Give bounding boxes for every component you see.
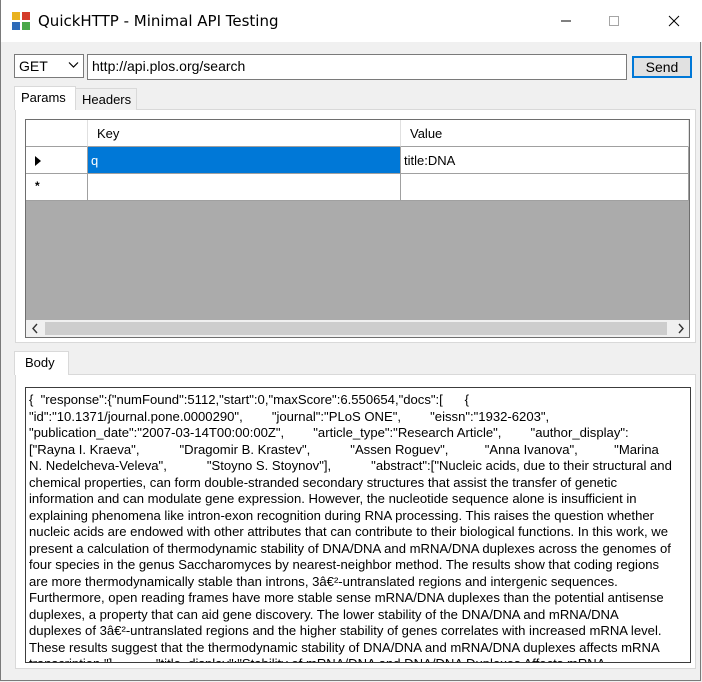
app-icon: [12, 12, 30, 30]
row-header-1[interactable]: [26, 147, 88, 174]
new-param-key-cell[interactable]: [88, 174, 401, 201]
tab-headers[interactable]: Headers: [75, 88, 137, 110]
close-button[interactable]: [651, 0, 697, 42]
minimize-button[interactable]: [543, 0, 589, 42]
param-value-cell[interactable]: title:DNA: [401, 147, 689, 174]
maximize-icon: [609, 16, 619, 26]
window-title: QuickHTTP - Minimal API Testing: [38, 12, 279, 30]
row-pointer-icon: [35, 156, 41, 166]
url-input[interactable]: http://api.plos.org/search: [87, 54, 627, 80]
send-button[interactable]: Send: [632, 56, 692, 78]
method-select-value: GET: [19, 58, 48, 74]
scroll-right-icon[interactable]: [672, 320, 689, 337]
grid-corner-header: [26, 120, 88, 147]
column-header-value[interactable]: Value: [401, 120, 689, 147]
scroll-left-icon[interactable]: [27, 320, 44, 337]
param-key-cell[interactable]: q: [88, 147, 401, 174]
row-header-new[interactable]: *: [26, 174, 88, 201]
column-header-key[interactable]: Key: [88, 120, 401, 147]
maximize-button[interactable]: [591, 0, 637, 42]
title-bar[interactable]: QuickHTTP - Minimal API Testing: [1, 0, 702, 42]
horizontal-scrollbar[interactable]: [26, 320, 689, 337]
main-window: QuickHTTP - Minimal API Testing GET http…: [0, 0, 702, 681]
params-grid[interactable]: Key Value q title:DNA *: [25, 119, 690, 338]
chevron-down-icon: [68, 62, 79, 68]
tab-body[interactable]: Body: [14, 351, 69, 375]
tab-params[interactable]: Params: [14, 86, 76, 110]
method-select[interactable]: GET: [14, 54, 84, 78]
new-param-value-cell[interactable]: [401, 174, 689, 201]
close-icon: [668, 15, 680, 27]
response-body-text: { "response":{"numFound":5112,"start":0,…: [29, 392, 672, 662]
minimize-icon: [561, 20, 571, 22]
scrollbar-thumb[interactable]: [45, 322, 667, 335]
response-body-textarea[interactable]: { "response":{"numFound":5112,"start":0,…: [25, 387, 691, 663]
new-row-asterisk-icon: *: [35, 179, 40, 193]
